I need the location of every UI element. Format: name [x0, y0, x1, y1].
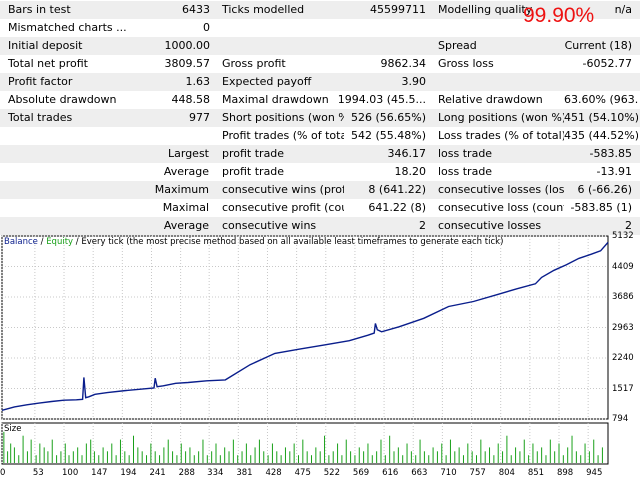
label-relative-drawdown: Relative drawdown — [438, 93, 543, 106]
label-total-net-profit: Total net profit — [8, 57, 88, 70]
label-absolute-drawdown: Absolute drawdown — [8, 93, 117, 106]
value-expected-payoff: 3.90 — [401, 75, 427, 88]
x-tick-label: 53 — [32, 468, 44, 478]
chart-legend: Balance / Equity / Every tick (the most … — [4, 237, 503, 247]
value-long-positions: 451 (54.10%) — [564, 111, 638, 124]
y-tick-label: 2240 — [612, 353, 634, 363]
label-maximum: Maximum — [154, 183, 209, 196]
x-tick-label: 475 — [294, 468, 311, 478]
value-profit-factor: 1.63 — [185, 75, 211, 88]
x-tick-label: 241 — [149, 468, 166, 478]
report-row-maximum: Maximum consecutive wins (profit... 8 (6… — [0, 181, 640, 199]
value-largest-profit-trade: 346.17 — [387, 147, 427, 160]
y-tick-label: 2963 — [612, 322, 634, 333]
legend-equity: Equity — [46, 237, 74, 247]
volume-panel-label: Size — [4, 424, 22, 434]
report-row-mismatched: Mismatched charts ... 0 — [0, 19, 640, 53]
x-tick-label: 710 — [440, 468, 457, 478]
value-initial-deposit: 1000.00 — [164, 39, 211, 52]
y-tick-label: 794 — [612, 414, 629, 424]
y-tick-label: 3686 — [612, 292, 634, 302]
value-ticks-modelled: 45599711 — [370, 3, 426, 16]
x-tick-label: 0 — [0, 468, 6, 478]
label-largest: Largest — [168, 147, 209, 160]
x-tick-label: 569 — [352, 468, 370, 478]
x-tick-label: 522 — [323, 468, 340, 478]
label-profit-trades: Profit trades (% of total) — [222, 129, 344, 142]
value-total-trades: 977 — [189, 111, 210, 124]
label-max-consecutive-wins: consecutive wins (profit... — [222, 183, 344, 196]
label-maximal: Maximal — [162, 201, 209, 214]
value-max-consecutive-losses: 6 (-66.26) — [577, 183, 632, 196]
value-bars-in-test: 6433 — [182, 3, 210, 16]
label-maximal-consecutive-profit: consecutive profit (cou... — [222, 201, 344, 214]
value-mismatched-charts: 0 — [203, 21, 210, 34]
value-total-net-profit: 3809.57 — [164, 57, 211, 70]
x-tick-label: 851 — [527, 468, 545, 478]
label-largest-profit-trade: profit trade — [222, 147, 285, 160]
value-gross-loss: -6052.77 — [582, 57, 632, 70]
label-average-profit-trade: profit trade — [222, 165, 285, 178]
value-average-profit-trade: 18.20 — [394, 165, 427, 178]
x-tick-label: 757 — [469, 468, 486, 478]
label-total-trades: Total trades — [8, 111, 73, 124]
y-tick-label: 4409 — [612, 261, 634, 272]
value-max-consecutive-wins: 8 (641.22) — [368, 183, 426, 196]
x-tick-label: 147 — [91, 468, 108, 478]
x-tick-label: 428 — [265, 468, 282, 478]
x-tick-label: 898 — [556, 468, 574, 478]
x-tick-label: 616 — [382, 468, 399, 478]
value-largest-loss-trade: -583.85 — [589, 147, 632, 160]
report-row-profit-factor: Profit factor 1.63 Expected payoff 3.90 — [0, 73, 640, 91]
value-gross-profit: 9862.34 — [380, 57, 427, 70]
value-profit-trades: 542 (55.48%) — [350, 129, 426, 142]
legend-separator: / — [37, 237, 47, 247]
label-max-consecutive-losses: consecutive losses (loss... — [438, 183, 564, 196]
x-tick-label: 945 — [586, 468, 603, 478]
label-maximal-consecutive-loss: consecutive loss (count... — [438, 201, 564, 214]
report-row-largest: Largest profit trade 346.17 loss trade -… — [0, 145, 640, 163]
report-row-trades: Total trades 977 Short positions (won %)… — [0, 109, 640, 127]
label-average-loss-trade: loss trade — [438, 165, 493, 178]
value-absolute-drawdown: 448.58 — [171, 93, 211, 106]
label-initial-deposit: Initial deposit — [8, 39, 83, 52]
value-maximal-consecutive-profit: 641.22 (8) — [368, 201, 426, 214]
value-maximal-consecutive-loss: -583.85 (1) — [570, 201, 632, 214]
report-row-average: Average profit trade 18.20 loss trade -1… — [0, 163, 640, 181]
label-bars-in-test: Bars in test — [8, 3, 71, 16]
label-average: Average — [163, 165, 209, 178]
label-mismatched-charts: Mismatched charts ... — [8, 21, 127, 34]
value-maximal-drawdown: 1994.03 (45.5... — [337, 93, 426, 106]
label-loss-trades: Loss trades (% of total) — [438, 129, 564, 142]
report-row-deposit: Initial deposit 1000.00 Spread Current (… — [0, 37, 640, 55]
label-long-positions: Long positions (won %) — [438, 111, 564, 124]
value-average-loss-trade: -13.91 — [596, 165, 632, 178]
label-profit-factor: Profit factor — [8, 75, 73, 88]
label-largest-loss-trade: loss trade — [438, 147, 493, 160]
label-short-positions: Short positions (won %) — [222, 111, 344, 124]
x-tick-label: 804 — [498, 468, 515, 478]
label-maximal-drawdown: Maximal drawdown — [222, 93, 329, 106]
report-row-profit-trades: Profit trades (% of total) 542 (55.48%) … — [0, 127, 640, 145]
balance-chart-svg — [1, 235, 609, 465]
x-tick-label: 663 — [411, 468, 428, 478]
report-row-maximal: Maximal consecutive profit (cou... 641.2… — [0, 199, 640, 217]
balance-chart: Balance / Equity / Every tick (the most … — [0, 231, 640, 480]
y-tick-label: 1517 — [612, 383, 634, 394]
x-tick-label: 334 — [207, 468, 224, 478]
y-tick-label: 5132 — [612, 231, 634, 241]
value-spread: Current (18) — [564, 39, 632, 52]
value-short-positions: 526 (56.65%) — [350, 111, 426, 124]
x-tick-label: 381 — [236, 468, 253, 478]
legend-balance: Balance — [4, 237, 38, 247]
x-tick-label: 288 — [178, 468, 195, 478]
strategy-report-table: Bars in test 6433 Ticks modelled 4559971… — [0, 0, 640, 235]
value-loss-trades: 435 (44.52%) — [564, 129, 638, 142]
x-tick-label: 194 — [120, 468, 137, 478]
x-tick-label: 100 — [62, 468, 79, 478]
report-row-net-profit: Total net profit 3809.57 Gross profit 98… — [0, 55, 640, 73]
legend-description: Every tick (the most precise method base… — [81, 237, 504, 247]
value-relative-drawdown: 63.60% (963.... — [564, 93, 638, 106]
report-row-drawdown: Absolute drawdown 448.58 Maximal drawdow… — [0, 91, 640, 109]
